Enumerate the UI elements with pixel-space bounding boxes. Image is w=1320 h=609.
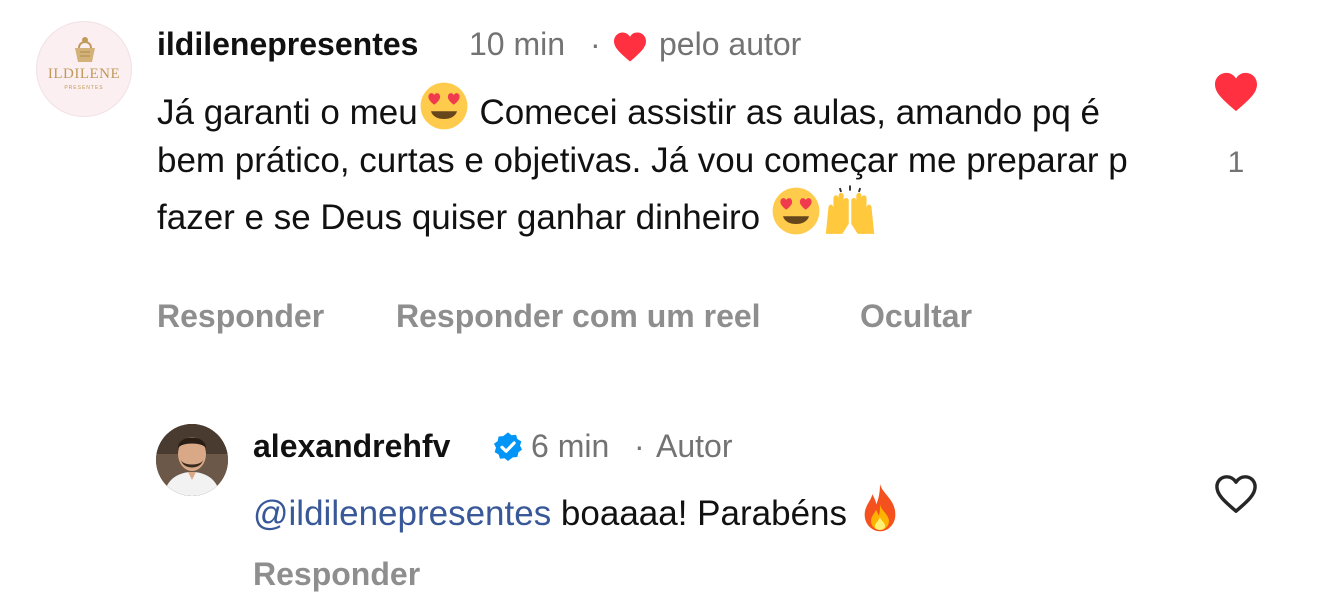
liked-by-author-heart-icon (614, 32, 646, 62)
comment-time: 10 min (469, 26, 566, 62)
like-heart-outline-icon[interactable] (1212, 473, 1260, 515)
raising-hands-emoji-icon (825, 185, 875, 234)
heart-eyes-emoji-icon-2 (772, 187, 820, 235)
liked-by-author-label: pelo autor (659, 26, 802, 62)
verified-badge-icon (494, 432, 522, 461)
avatar-brand-subtext: PRESENTES (64, 85, 104, 91)
reply-text-body: boaaaa! Parabéns (551, 494, 857, 533)
reply-time: 6 min (531, 428, 610, 464)
fire-emoji-icon (864, 484, 896, 532)
reply-with-reel-button[interactable]: Responder com um reel (396, 298, 761, 335)
comment-text: Já garanti o meu Comecei assistir as aul… (157, 80, 1167, 242)
avatar-brand-text: ILDILENE (47, 66, 121, 82)
heart-eyes-emoji-icon (420, 82, 468, 130)
author-label: Autor (656, 428, 733, 464)
reply-author-username[interactable]: alexandrehfv (253, 428, 450, 465)
person-photo-icon (156, 424, 228, 496)
gift-basket-logo-icon (75, 37, 95, 62)
meta-separator: · (590, 26, 601, 62)
commenter-username[interactable]: ildilenepresentes (157, 26, 418, 63)
reply-mention-link[interactable]: @ildilenepresentes (253, 494, 551, 533)
reply-text: @ildilenepresentes boaaaa! Parabéns (253, 481, 1153, 538)
hide-comment-button[interactable]: Ocultar (860, 298, 972, 335)
like-heart-filled-icon[interactable] (1212, 71, 1260, 113)
reply-author-avatar[interactable] (156, 424, 228, 496)
reply-meta-separator: · (634, 428, 645, 464)
comment-text-part1: Já garanti o meu (157, 93, 418, 132)
commenter-avatar[interactable]: ILDILENE PRESENTES (36, 21, 132, 117)
reply-to-reply-button[interactable]: Responder (253, 556, 420, 593)
like-count: 1 (1227, 146, 1245, 179)
reply-button[interactable]: Responder (157, 298, 324, 335)
